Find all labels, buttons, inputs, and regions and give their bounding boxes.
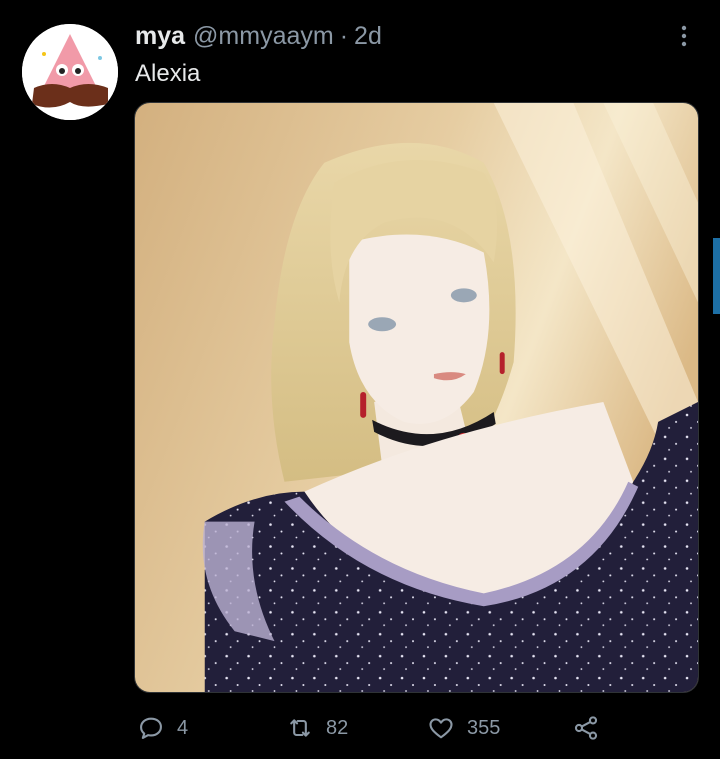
author-handle[interactable]: @mmyaaym	[193, 22, 334, 51]
separator-dot: ·	[339, 21, 349, 50]
tweet-media[interactable]	[134, 102, 699, 693]
artwork-image	[135, 103, 698, 692]
scroll-indicator[interactable]	[713, 238, 720, 314]
reply-button[interactable]: 4	[137, 708, 188, 748]
heart-icon	[429, 718, 453, 739]
more-options-button[interactable]	[672, 22, 696, 50]
share-icon	[574, 716, 598, 740]
like-count: 355	[467, 716, 501, 739]
author-name[interactable]: mya	[135, 22, 185, 51]
tweet-actions: 4 82 355	[0, 708, 720, 748]
tweet-header: mya @mmyaaym · 2d	[135, 20, 382, 52]
avatar-image	[22, 24, 118, 120]
share-button[interactable]	[572, 708, 600, 748]
retweet-count: 82	[326, 716, 349, 739]
retweet-button[interactable]: 82	[286, 708, 348, 748]
tweet-text: Alexia	[135, 60, 201, 87]
reply-icon	[140, 717, 162, 739]
like-button[interactable]: 355	[427, 708, 500, 748]
author-avatar[interactable]	[22, 24, 118, 120]
more-vertical-icon	[681, 25, 687, 47]
timestamp[interactable]: 2d	[354, 22, 382, 51]
retweet-icon	[290, 719, 310, 737]
reply-count: 4	[177, 716, 189, 739]
